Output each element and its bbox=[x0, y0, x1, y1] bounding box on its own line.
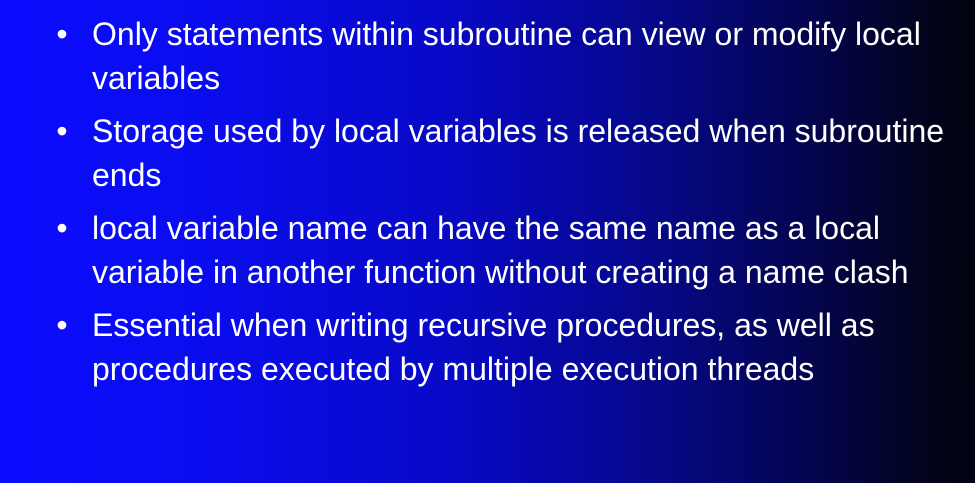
bullet-item-storage-release: • Storage used by local variables is rel… bbox=[0, 109, 975, 197]
bullet-text: Only statements within subroutine can vi… bbox=[92, 16, 921, 96]
slide: • Only statements within subroutine can … bbox=[0, 0, 975, 483]
bullet-item-local-access: • Only statements within subroutine can … bbox=[0, 12, 975, 100]
bullet-list: • Only statements within subroutine can … bbox=[0, 12, 975, 400]
bullet-marker: • bbox=[56, 307, 68, 343]
bullet-text: Storage used by local variables is relea… bbox=[92, 113, 945, 193]
bullet-text: local variable name can have the same na… bbox=[92, 210, 909, 290]
bullet-item-name-clash: • local variable name can have the same … bbox=[0, 206, 975, 294]
bullet-text: Essential when writing recursive procedu… bbox=[92, 307, 875, 387]
bullet-marker: • bbox=[56, 210, 68, 246]
bullet-marker: • bbox=[56, 113, 68, 149]
bullet-marker: • bbox=[56, 16, 68, 52]
bullet-item-recursion: • Essential when writing recursive proce… bbox=[0, 303, 975, 391]
